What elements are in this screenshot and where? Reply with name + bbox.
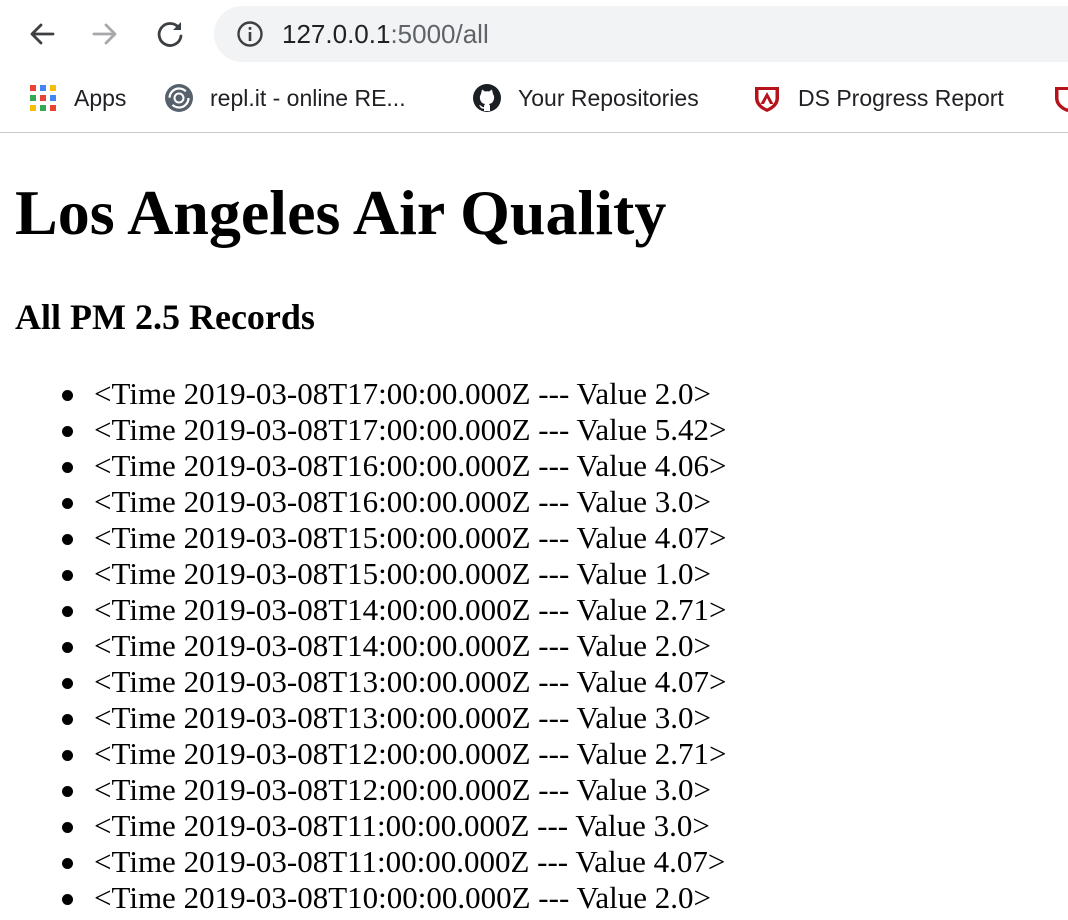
bookmark-your-repositories[interactable]: Your Repositories (472, 80, 699, 116)
reload-icon (157, 22, 183, 47)
record-text: <Time 2019-03-08T17:00:00.000Z --- Value… (94, 376, 712, 411)
bullet (62, 714, 73, 725)
browser-toolbar: 127.0.0.1:5000/all (0, 0, 1068, 68)
bookmark-label: repl.it - online RE... (210, 84, 406, 111)
bullet (62, 822, 73, 833)
bullet (62, 894, 73, 905)
record-text: <Time 2019-03-08T14:00:00.000Z --- Value… (94, 592, 727, 627)
bookmark-label: DS Progress Report (798, 84, 1004, 111)
bullet (62, 534, 73, 545)
bullet (62, 462, 73, 473)
bullet (62, 786, 73, 797)
bookmarks-bar: Apps repl.it - online RE... Your Reposit… (0, 68, 1068, 133)
bullet (62, 426, 73, 437)
record-text: <Time 2019-03-08T15:00:00.000Z --- Value… (94, 556, 712, 591)
bookmark-ds-progress-report[interactable]: DS Progress Report (752, 80, 1004, 116)
replit-icon (165, 84, 193, 112)
bullet (62, 390, 73, 401)
bullet (62, 858, 73, 869)
back-button[interactable] (21, 13, 63, 55)
record-text: <Time 2019-03-08T13:00:00.000Z --- Value… (94, 664, 727, 699)
bullet (62, 750, 73, 761)
bullet (62, 498, 73, 509)
record-text: <Time 2019-03-08T15:00:00.000Z --- Value… (94, 520, 727, 555)
bookmark-apps[interactable]: Apps (28, 80, 126, 116)
forward-button[interactable] (84, 13, 126, 55)
url-host: 127.0.0.1 (282, 19, 391, 49)
bookmark-label: Your Repositories (518, 84, 699, 111)
record-text: <Time 2019-03-08T11:00:00.000Z --- Value… (94, 844, 726, 879)
record-text: <Time 2019-03-08T16:00:00.000Z --- Value… (94, 448, 727, 483)
bullet (62, 570, 73, 581)
reload-button[interactable] (149, 13, 191, 55)
shield-logo-icon (1055, 87, 1068, 112)
bookmark-overflow-partial[interactable] (1052, 80, 1068, 116)
bullet (62, 606, 73, 617)
bookmark-label: Apps (74, 84, 127, 111)
page-subtitle: All PM 2.5 Records (15, 297, 315, 337)
apps-grid-icon (30, 85, 56, 111)
page-title: Los Angeles Air Quality (15, 177, 667, 248)
bullet (62, 678, 73, 689)
record-text: <Time 2019-03-08T13:00:00.000Z --- Value… (94, 700, 712, 735)
forward-arrow-icon (92, 23, 117, 45)
back-arrow-icon (30, 23, 55, 45)
address-bar[interactable]: 127.0.0.1:5000/all (214, 6, 1068, 62)
url-text[interactable]: 127.0.0.1:5000/all (282, 18, 489, 50)
bullet (62, 642, 73, 653)
record-text: <Time 2019-03-08T12:00:00.000Z --- Value… (94, 736, 727, 771)
github-icon (473, 84, 501, 112)
shield-logo-icon (755, 87, 779, 112)
record-text: <Time 2019-03-08T10:00:00.000Z --- Value… (94, 880, 712, 915)
url-path: :5000/all (390, 19, 489, 49)
info-icon[interactable] (236, 20, 264, 48)
page-content: Los Angeles Air Quality All PM 2.5 Recor… (0, 133, 1068, 920)
record-text: <Time 2019-03-08T17:00:00.000Z --- Value… (94, 412, 727, 447)
record-text: <Time 2019-03-08T14:00:00.000Z --- Value… (94, 628, 712, 663)
record-text: <Time 2019-03-08T11:00:00.000Z --- Value… (94, 808, 710, 843)
record-text: <Time 2019-03-08T12:00:00.000Z --- Value… (94, 772, 712, 807)
record-text: <Time 2019-03-08T16:00:00.000Z --- Value… (94, 484, 712, 519)
bookmark-replit[interactable]: repl.it - online RE... (164, 80, 406, 116)
